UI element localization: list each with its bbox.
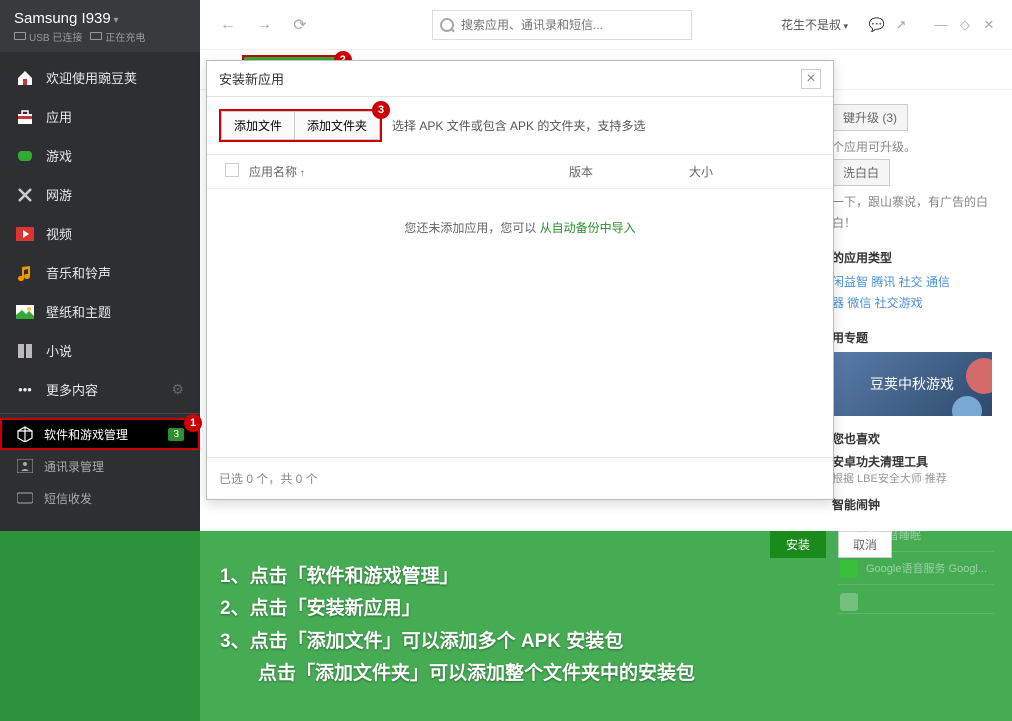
file-buttons-highlight: 添加文件 添加文件夹 3 <box>219 109 382 142</box>
section-topics: 用专题 <box>832 329 992 346</box>
overlay-list-item: 白噪音睡眠 <box>838 519 994 552</box>
usb-status: USB 已连接 <box>14 29 82 44</box>
upgrade-text: 个应用可升级。 <box>832 137 992 159</box>
mgmt-label: 短信收发 <box>44 490 92 507</box>
nav-wallpaper[interactable]: 壁纸和主题 <box>0 292 200 331</box>
nav-label: 网游 <box>46 185 72 204</box>
nav-label: 更多内容 <box>46 380 98 399</box>
nav-label: 视频 <box>46 224 72 243</box>
sidebar-item-app-mgmt[interactable]: 软件和游戏管理 3 1 <box>0 418 200 450</box>
tutorial-line-3: 3、点击「添加文件」可以添加多个 APK 安装包 <box>220 626 998 658</box>
nav-music[interactable]: 音乐和铃声 <box>0 253 200 292</box>
music-icon <box>16 264 34 282</box>
callout-1: 1 <box>184 414 202 432</box>
overlay-install-button[interactable]: 安装 <box>770 531 826 558</box>
selection-count: 已选 0 个，共 0 个 <box>207 457 833 499</box>
back-button[interactable]: ← <box>214 11 242 39</box>
modal-close-button[interactable]: × <box>801 69 821 89</box>
import-backup-link[interactable]: 从自动备份中导入 <box>540 221 636 235</box>
topbar: ← → ⟳ 花生不是叔 💬 ↗ ― ◇ ✕ <box>200 0 1012 50</box>
nav-novel[interactable]: 小说 <box>0 331 200 370</box>
section-app-types: 的应用类型 <box>832 249 992 266</box>
add-file-button[interactable]: 添加文件 <box>221 111 294 140</box>
file-hint: 选择 APK 文件或包含 APK 的文件夹，支持多选 <box>392 117 645 134</box>
nav-online-games[interactable]: 网游 <box>0 175 200 214</box>
sidebar-item-sms[interactable]: 短信收发 <box>0 482 200 514</box>
image-icon <box>16 303 34 321</box>
search-input[interactable] <box>432 10 692 40</box>
empty-message: 您还未添加应用，您可以 从自动备份中导入 <box>207 189 833 266</box>
nav-video[interactable]: 视频 <box>0 214 200 253</box>
mgmt-label: 软件和游戏管理 <box>44 426 128 443</box>
modal-title: 安装新应用 <box>219 69 284 88</box>
tutorial-overlay: 安装 取消 1、点击「软件和游戏管理」 2、点击「安装新应用」 3、点击「添加文… <box>0 531 1012 721</box>
nav-label: 小说 <box>46 341 72 360</box>
table-select-all[interactable] <box>225 163 239 177</box>
close-app-button[interactable]: ✕ <box>980 17 998 33</box>
nav-label: 欢迎使用豌豆荚 <box>46 68 137 87</box>
rec-item-2[interactable]: 智能闹钟 <box>832 496 992 513</box>
sms-icon <box>16 489 34 507</box>
book-icon <box>16 342 34 360</box>
upgrade-all-button[interactable]: 键升级 (3) <box>832 104 908 131</box>
bag-icon <box>16 108 34 126</box>
device-name[interactable]: Samsung I939 <box>14 10 186 27</box>
minimize-button[interactable]: ― <box>932 17 950 33</box>
nav-apps[interactable]: 应用 <box>0 97 200 136</box>
nav-label: 游戏 <box>46 146 72 165</box>
rec-item-1-sub: 根据 LBE安全大师 推荐 <box>832 470 992 486</box>
app-tags-2[interactable]: 器 微信 社交游戏 <box>832 293 992 315</box>
nav-more[interactable]: ••• 更多内容 ⚙ <box>0 370 200 409</box>
app-count-badge: 3 <box>168 428 184 441</box>
contacts-icon <box>16 457 34 475</box>
forward-button[interactable]: → <box>250 11 278 39</box>
overlay-list-item: Google语音服务 Googl... <box>838 552 994 585</box>
rec-item-1[interactable]: 安卓功夫清理工具 <box>832 453 992 470</box>
add-folder-button[interactable]: 添加文件夹 <box>294 111 380 140</box>
charging-status: 正在充电 <box>90 29 145 44</box>
tutorial-line-4: 点击「添加文件夹」可以添加整个文件夹中的安装包 <box>220 658 998 690</box>
nav-label: 音乐和铃声 <box>46 263 111 282</box>
overlay-list-item <box>838 585 994 614</box>
comment-icon[interactable]: 💬 <box>868 17 886 33</box>
share-icon[interactable]: ↗ <box>892 17 910 33</box>
clean-text: 一下，跟山寨说，有广告的白白！ <box>832 192 992 235</box>
home-icon <box>16 69 34 87</box>
more-icon: ••• <box>16 381 34 399</box>
nav-welcome[interactable]: 欢迎使用豌豆荚 <box>0 58 200 97</box>
topic-banner[interactable]: 豆荚中秋游戏 <box>832 352 992 416</box>
section-recommend: 您也喜欢 <box>832 430 992 447</box>
refresh-button[interactable]: ⟳ <box>286 11 314 39</box>
play-icon <box>16 225 34 243</box>
search-wrap <box>432 10 692 40</box>
overlay-app-list: 白噪音睡眠 Google语音服务 Googl... <box>838 519 994 614</box>
sidebar-item-contacts[interactable]: 通讯录管理 <box>0 450 200 482</box>
nav-label: 应用 <box>46 107 72 126</box>
cube-icon <box>16 425 34 443</box>
mgmt-label: 通讯录管理 <box>44 458 104 475</box>
clean-button[interactable]: 洗白白 <box>832 159 890 186</box>
device-header: Samsung I939 USB 已连接 正在充电 <box>0 0 200 52</box>
col-size[interactable]: 大小 <box>689 163 815 180</box>
gear-icon[interactable]: ⚙ <box>171 381 184 398</box>
user-menu[interactable]: 花生不是叔 <box>781 16 848 33</box>
col-name[interactable]: 应用名称 <box>249 163 569 180</box>
nav-games[interactable]: 游戏 <box>0 136 200 175</box>
col-version[interactable]: 版本 <box>569 163 689 180</box>
maximize-button[interactable]: ◇ <box>956 17 974 33</box>
gamepad-icon <box>16 147 34 165</box>
swords-icon <box>16 186 34 204</box>
nav-label: 壁纸和主题 <box>46 302 111 321</box>
callout-3: 3 <box>372 101 390 119</box>
app-tags[interactable]: 闲益智 腾讯 社交 通信 <box>832 272 992 294</box>
install-modal: 安装新应用 × 添加文件 添加文件夹 3 选择 APK 文件或包含 APK 的文… <box>206 60 834 500</box>
